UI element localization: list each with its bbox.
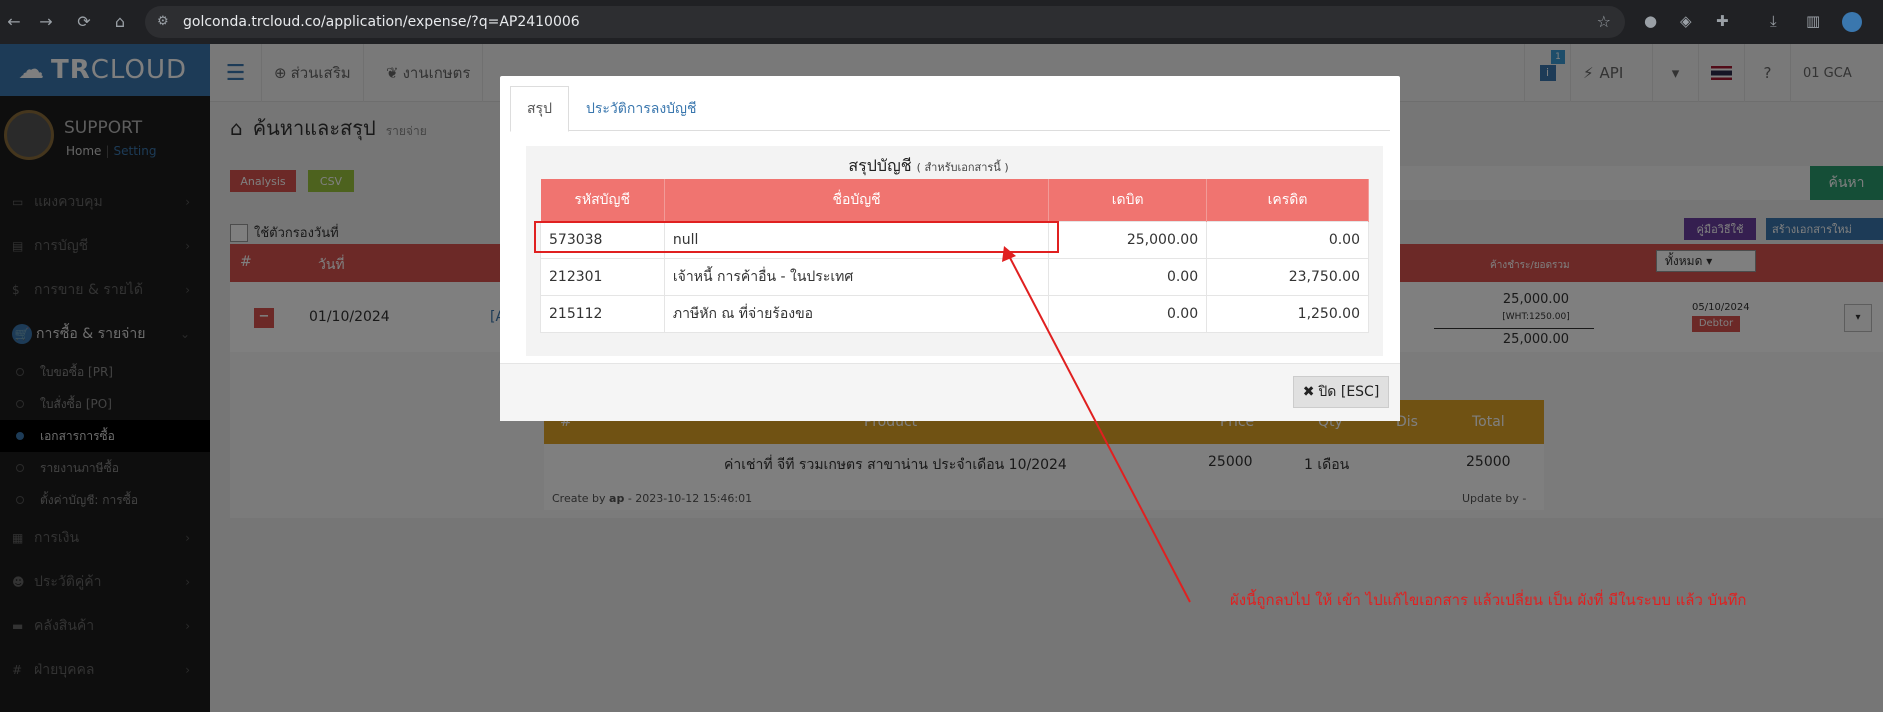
debit-value: 0.00 [1048,294,1208,333]
summary-title: สรุปบัญชี ( สำหรับเอกสารนี้ ) [500,154,1357,179]
modal-tabs: สรุป ประวัติการลงบัญชี [510,86,1390,132]
header-account-code: รหัสบัญชี [540,179,665,221]
download-icon[interactable]: ⤓ [1770,12,1777,30]
account-code: 215112 [540,294,665,333]
table-header-row: รหัสบัญชี ชื่อบัญชี เดบิต เครดิต [540,179,1369,221]
shield-icon[interactable]: ◈ [1680,12,1692,30]
annotation-note: ผังนี้ถูกลบไป ให้ เข้า ไปแก้ไขเอกสาร แล้… [1230,591,1747,609]
header-debit: เดบิต [1048,179,1208,221]
summary-title-text: สรุปบัญชี [848,156,912,175]
account-summary-table: รหัสบัญชี ชื่อบัญชี เดบิต เครดิต 573038 … [540,179,1369,333]
browser-toolbar: ← → ⟳ ⌂ ⚙ golconda.trcloud.co/applicatio… [0,0,1883,44]
account-name: ภาษีหัก ณ ที่จ่ายร้องขอ [663,294,1050,333]
table-row: 215112 ภาษีหัก ณ ที่จ่ายร้องขอ 0.00 1,25… [540,294,1369,333]
credit-value: 0.00 [1206,220,1369,259]
puzzle-icon[interactable]: ✚ [1716,12,1729,30]
site-settings-icon[interactable]: ⚙ [157,14,169,29]
url-bar[interactable]: ⚙ golconda.trcloud.co/application/expens… [145,6,1625,38]
close-icon: ✖ [1302,384,1315,400]
profile-avatar[interactable] [1842,12,1862,32]
reload-icon[interactable]: ⟳ [70,12,98,31]
bookmark-star-icon[interactable]: ☆ [1597,12,1611,31]
tab-summary-label: สรุป [527,101,552,117]
extension-icon[interactable]: ● [1644,12,1657,30]
modal-footer [500,363,1400,421]
header-credit: เครดิต [1206,179,1369,221]
account-name: เจ้าหนี้ การค้าอื่น - ในประเทศ [663,257,1050,296]
tab-posting-history[interactable]: ประวัติการลงบัญชี [570,86,712,132]
debit-value: 0.00 [1048,257,1208,296]
close-label: ปิด [ESC] [1318,384,1380,400]
tab-history-label: ประวัติการลงบัญชี [586,101,697,117]
summary-title-note: ( สำหรับเอกสารนี้ ) [916,161,1009,174]
credit-value: 1,250.00 [1206,294,1369,333]
sidepanel-icon[interactable]: ▥ [1806,12,1820,30]
forward-icon[interactable]: → [32,12,60,31]
url-text: golconda.trcloud.co/application/expense/… [183,14,580,30]
account-code: 212301 [540,257,665,296]
header-account-name: ชื่อบัญชี [664,179,1050,221]
table-row: 212301 เจ้าหนี้ การค้าอื่น - ในประเทศ 0.… [540,257,1369,296]
debit-value: 25,000.00 [1048,220,1208,259]
tab-summary[interactable]: สรุป [510,86,569,132]
home-icon[interactable]: ⌂ [106,12,134,31]
highlight-box [534,221,1059,253]
credit-value: 23,750.00 [1206,257,1369,296]
back-icon[interactable]: ← [0,12,28,31]
close-button[interactable]: ✖ ปิด [ESC] [1293,376,1389,408]
